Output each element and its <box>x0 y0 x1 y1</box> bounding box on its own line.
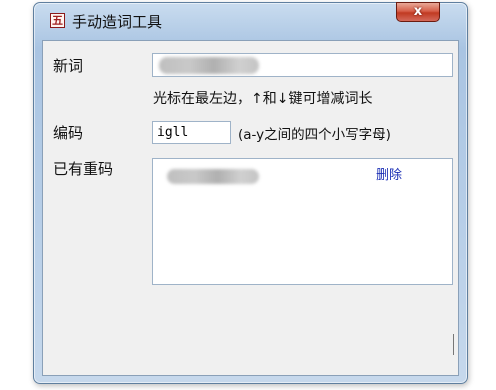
duplicates-label: 已有重码 <box>53 160 114 178</box>
redacted-new-word <box>159 57 259 74</box>
divider <box>453 334 454 355</box>
close-button[interactable]: x <box>396 2 440 22</box>
code-range-hint: (a-y之间的四个小写字母) <box>238 127 391 143</box>
code-input[interactable]: igll <box>152 121 231 144</box>
window-title: 手动造词工具 <box>72 13 163 31</box>
new-word-label: 新词 <box>53 57 84 75</box>
title-bar[interactable]: 五 手动造词工具 x <box>34 2 467 33</box>
code-value: igll <box>157 125 189 140</box>
new-word-input[interactable] <box>152 53 453 77</box>
dialog-window: 五 手动造词工具 x 新词 光标在最左边，↑和↓键可增减词长 编码 igll (… <box>33 2 468 384</box>
cursor-hint: 光标在最左边，↑和↓键可增减词长 <box>153 91 373 107</box>
delete-link[interactable]: 删除 <box>376 164 402 183</box>
code-label: 编码 <box>53 124 84 142</box>
dialog-body: 新词 光标在最左边，↑和↓键可增减词长 编码 igll (a-y之间的四个小写字… <box>42 40 459 376</box>
app-icon: 五 <box>50 13 65 28</box>
redacted-duplicate-word <box>167 169 259 184</box>
duplicates-list[interactable]: 删除 <box>152 158 453 285</box>
